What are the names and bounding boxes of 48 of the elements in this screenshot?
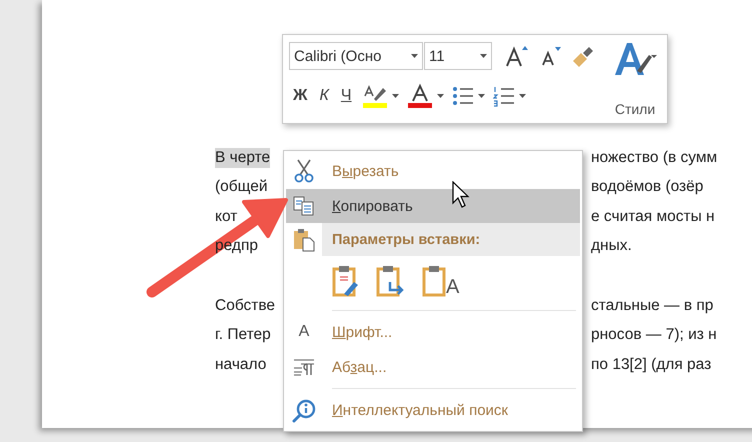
caret-icon bbox=[478, 94, 485, 98]
shrink-font-icon[interactable] bbox=[540, 46, 562, 66]
body-text: дных. bbox=[591, 236, 632, 256]
menu-item[interactable]: Вырезать bbox=[286, 154, 580, 189]
styles-button[interactable]: Стили bbox=[609, 41, 661, 117]
bullet-list-icon[interactable] bbox=[452, 85, 474, 107]
grow-font-icon[interactable] bbox=[505, 45, 529, 67]
font-icon: A bbox=[298, 323, 310, 342]
menu-item[interactable]: A Шрифт... bbox=[286, 315, 580, 350]
highlighter-icon[interactable] bbox=[362, 83, 388, 109]
copy-icon bbox=[293, 196, 315, 216]
caret-icon bbox=[392, 94, 399, 98]
numbered-list-icon[interactable] bbox=[492, 85, 515, 107]
paste-text-only-icon[interactable]: A bbox=[420, 268, 462, 294]
body-text: (общей bbox=[215, 177, 268, 198]
scissors-icon bbox=[293, 159, 315, 184]
format-painter-icon[interactable] bbox=[571, 45, 595, 67]
paste-icon bbox=[293, 228, 315, 252]
menu-item[interactable]: Абзац... bbox=[286, 350, 580, 384]
body-text: Собстве bbox=[215, 296, 276, 316]
body-text: водоёмов (озёр bbox=[591, 177, 704, 198]
mouse-cursor-icon bbox=[452, 181, 470, 208]
body-text: рносов — 7); из н bbox=[591, 325, 717, 346]
menu-section-header: Параметры вставки: bbox=[322, 223, 580, 256]
body-text: стальные — в пр bbox=[591, 296, 714, 316]
body-text: г. Петер bbox=[215, 325, 271, 346]
menu-item[interactable]: Копировать bbox=[286, 188, 580, 224]
menu-item[interactable]: Интеллектуальный поиск bbox=[286, 393, 580, 428]
paragraph-icon bbox=[293, 358, 315, 376]
format-button[interactable]: К bbox=[315, 83, 333, 109]
font-color-icon[interactable] bbox=[406, 83, 433, 109]
clipboard-icon[interactable] bbox=[422, 264, 446, 298]
format-button[interactable]: Ч bbox=[336, 83, 356, 109]
body-text: по 13[2] (для раз bbox=[591, 354, 712, 375]
body-text: кот bbox=[215, 206, 238, 227]
styles-icon bbox=[613, 41, 657, 77]
caret-icon bbox=[518, 94, 526, 98]
caret-icon bbox=[480, 54, 487, 58]
body-text: е считая мосты н bbox=[591, 206, 715, 227]
body-text: начало bbox=[215, 354, 266, 375]
font-name-field[interactable]: Calibri (Осно bbox=[289, 42, 423, 70]
format-button[interactable]: Ж bbox=[289, 83, 312, 109]
body-text: ножество (в сумм bbox=[591, 148, 718, 168]
body-text: В черте bbox=[215, 148, 270, 168]
caret-icon bbox=[411, 54, 418, 58]
search-icon bbox=[292, 398, 316, 423]
font-size-field[interactable]: 11 bbox=[424, 42, 492, 70]
caret-icon bbox=[436, 94, 444, 98]
